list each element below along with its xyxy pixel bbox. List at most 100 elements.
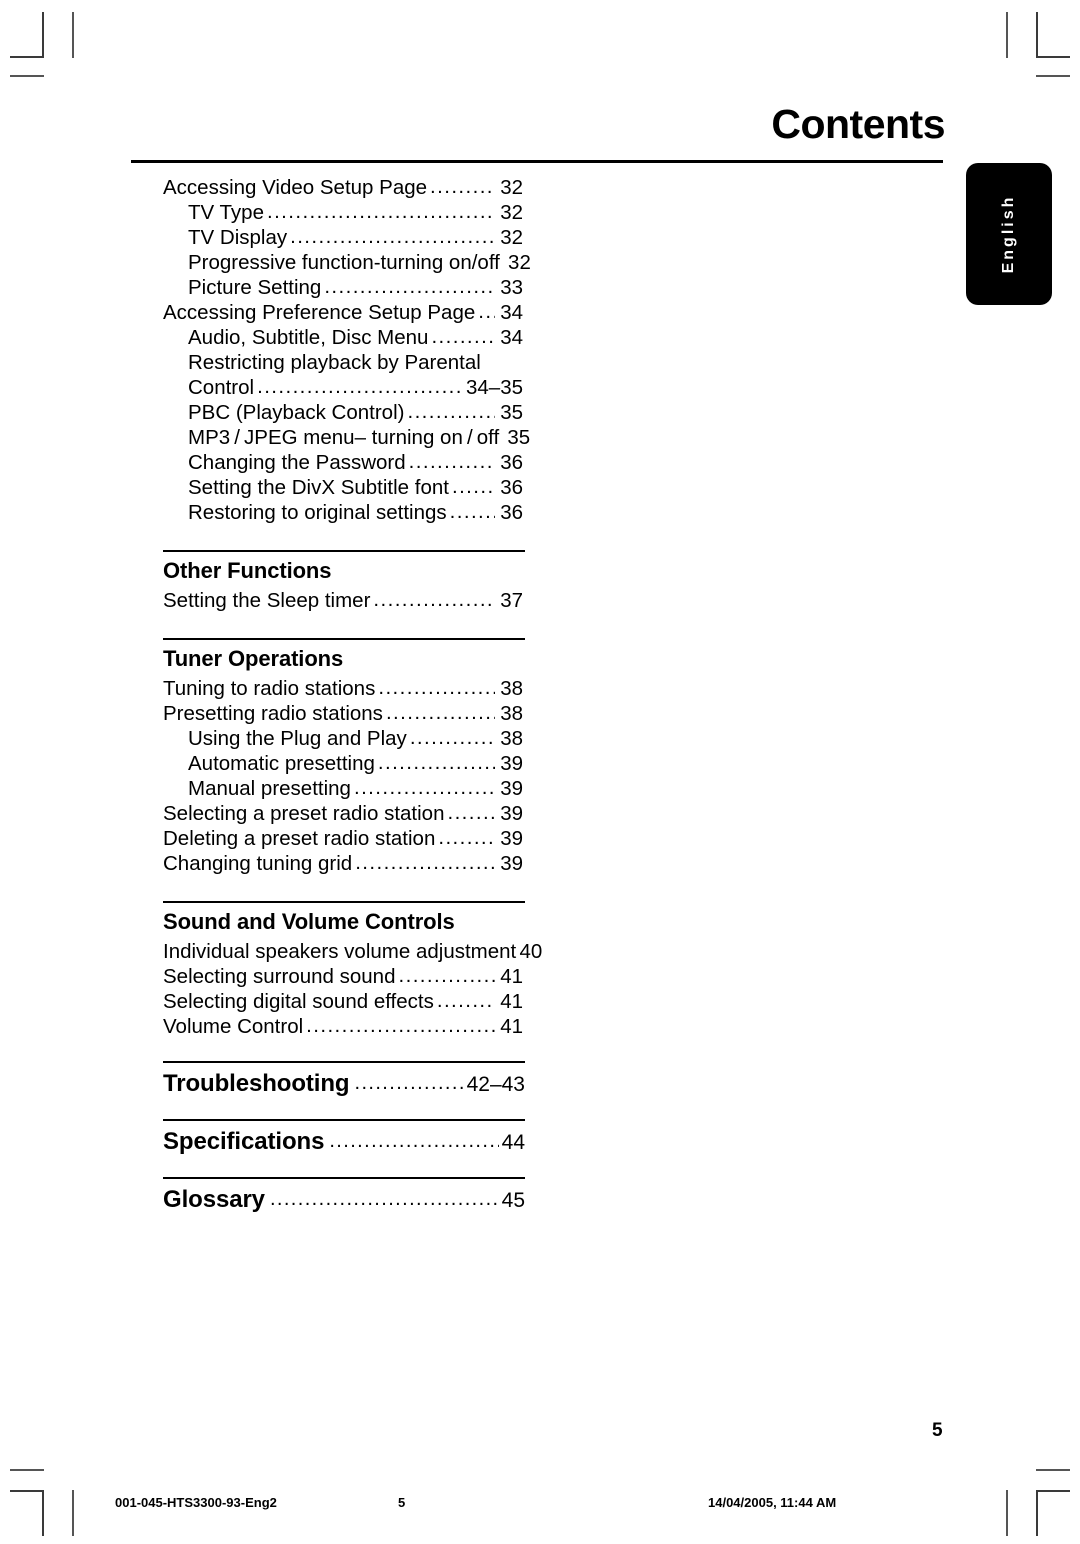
toc-leader-dots: ........................................… <box>290 225 495 248</box>
toc-entry[interactable]: Deleting a preset radio station ........… <box>163 826 523 851</box>
crop-mark-bottom-right-horizontal <box>1036 1490 1070 1492</box>
toc-entry[interactable]: Changing the Password ..................… <box>163 450 523 475</box>
toc-entry-page: 36 <box>500 476 523 499</box>
crop-mark-top-left-horizontal <box>10 56 44 58</box>
toc-entry[interactable]: Tuning to radio stations ...............… <box>163 676 523 701</box>
toc-leader-dots: ........................................… <box>385 701 495 724</box>
crop-mark-top-left-bleed <box>10 75 44 77</box>
section-divider <box>163 638 525 640</box>
section-title: Tuner Operations <box>163 646 344 671</box>
footer-timestamp: 14/04/2005, 11:44 AM <box>708 1495 837 1510</box>
toc-leader-dots: ........................................… <box>430 175 495 198</box>
toc-entry-label: Restoring to original settings <box>188 501 447 524</box>
toc-entry-page: 34 <box>500 301 523 324</box>
toc-entry-label: Selecting digital sound effects <box>163 990 434 1013</box>
toc-entry[interactable]: Using the Plug and Play ................… <box>163 726 523 751</box>
crop-mark-bottom-left-bleed <box>10 1469 44 1471</box>
toc-entry-page: 32 <box>500 176 523 199</box>
toc-entry-page: 38 <box>500 727 523 750</box>
toc-leader-dots: ........................................… <box>407 400 495 423</box>
toc-entry-page: 34 <box>500 326 523 349</box>
toc-section-other-functions: Other Functions Setting the Sleep timer … <box>163 550 525 613</box>
toc-leader-dots: ........................................… <box>324 275 495 298</box>
crop-mark-bottom-left-horizontal <box>10 1490 44 1492</box>
toc-entry-label: Accessing Video Setup Page <box>163 176 428 199</box>
section-title: Sound and Volume Controls <box>163 909 455 934</box>
toc-entry-page: 35 <box>507 426 531 449</box>
language-tab-english: English <box>966 163 1052 305</box>
toc-entry-page: 44 <box>501 1131 525 1154</box>
table-of-contents: Accessing Video Setup Page .............… <box>163 175 542 1218</box>
toc-section-specifications: Specifications .........................… <box>163 1119 525 1160</box>
header-divider <box>131 160 943 163</box>
toc-entry[interactable]: Accessing Video Setup Page .............… <box>163 175 523 200</box>
toc-entry[interactable]: Troubleshooting ........................… <box>163 1067 525 1102</box>
toc-entry-label: TV Display <box>188 226 288 249</box>
toc-entry-label: Selecting a preset radio station <box>163 802 445 825</box>
toc-entry[interactable]: Glossary ...............................… <box>163 1183 525 1218</box>
toc-leader-dots: ........................................… <box>408 450 495 473</box>
toc-entry[interactable]: Automatic presetting ...................… <box>163 751 523 776</box>
crop-mark-top-right-tick <box>1006 12 1008 58</box>
toc-section-troubleshooting: Troubleshooting ........................… <box>163 1061 525 1102</box>
toc-entry-label: Specifications <box>163 1128 325 1155</box>
crop-mark-top-left-vertical <box>42 12 44 58</box>
toc-entry-page: 41 <box>500 1015 523 1038</box>
toc-entry[interactable]: PBC (Playback Control) .................… <box>163 400 523 425</box>
toc-entry[interactable]: TV Type ................................… <box>163 200 523 225</box>
toc-leader-dots: ........................................… <box>436 989 495 1012</box>
toc-block-continued: Accessing Video Setup Page .............… <box>163 175 531 525</box>
toc-entry[interactable]: Audio, Subtitle, Disc Menu .............… <box>163 325 523 350</box>
toc-entry[interactable]: MP3 / JPEG menu– turning on / off ......… <box>163 425 530 450</box>
toc-entry-page: 45 <box>501 1189 525 1212</box>
toc-entry[interactable]: Setting the Sleep timer ................… <box>163 588 523 613</box>
toc-entry-wrapped-first-line[interactable]: Restricting playback by Parental <box>163 350 523 375</box>
toc-entry-label: Progressive function-turning on/off <box>188 251 500 274</box>
toc-entry[interactable]: Selecting a preset radio station .......… <box>163 801 523 826</box>
toc-entry-label: Selecting surround sound <box>163 965 396 988</box>
toc-entry[interactable]: Restoring to original settings .........… <box>163 500 523 525</box>
toc-entry-page: 39 <box>500 852 523 875</box>
section-title: Other Functions <box>163 558 332 583</box>
toc-entry[interactable]: Manual presetting ......................… <box>163 776 523 801</box>
language-tab-label: English <box>1000 194 1017 274</box>
toc-entry-label: Setting the Sleep timer <box>163 589 371 612</box>
toc-leader-dots: ........................................… <box>306 1014 495 1037</box>
toc-entry[interactable]: Changing tuning grid ...................… <box>163 851 523 876</box>
toc-entry-page: 41 <box>500 965 523 988</box>
toc-leader-dots: ........................................… <box>353 776 495 799</box>
toc-entry[interactable]: Progressive function-turning on/off ....… <box>163 250 531 275</box>
toc-entry-page: 32 <box>500 201 523 224</box>
toc-entry[interactable]: Individual speakers volume adjustment ..… <box>163 939 542 964</box>
toc-section-sound-and-volume-controls: Sound and Volume Controls Individual spe… <box>163 901 542 1039</box>
crop-mark-bottom-left-tick <box>72 1490 74 1536</box>
toc-entry-label: Picture Setting <box>188 276 322 299</box>
toc-entry[interactable]: Selecting surround sound ...............… <box>163 964 523 989</box>
crop-mark-top-right-bleed <box>1036 75 1070 77</box>
toc-entry[interactable]: Picture Setting ........................… <box>163 275 523 300</box>
toc-leader-dots: ........................................… <box>438 826 495 849</box>
toc-entry-label: Deleting a preset radio station <box>163 827 436 850</box>
toc-entry-label: Changing the Password <box>188 451 406 474</box>
crop-mark-top-left-tick <box>72 12 74 58</box>
section-divider <box>163 1119 525 1121</box>
toc-entry[interactable]: Specifications .........................… <box>163 1125 525 1160</box>
toc-entry[interactable]: Setting the DivX Subtitle font .........… <box>163 475 523 500</box>
toc-entry-page: 39 <box>500 777 523 800</box>
crop-mark-top-right-horizontal <box>1036 56 1070 58</box>
toc-entry[interactable]: Accessing Preference Setup Page ........… <box>163 300 523 325</box>
toc-entry-label: Troubleshooting <box>163 1070 350 1097</box>
toc-entry-label: Tuning to radio stations <box>163 677 376 700</box>
toc-entry[interactable]: Presetting radio stations ..............… <box>163 701 523 726</box>
section-divider <box>163 550 525 552</box>
toc-leader-dots: ........................................… <box>409 726 495 749</box>
toc-entry-page: 36 <box>500 501 523 524</box>
toc-entry[interactable]: Volume Control .........................… <box>163 1014 523 1039</box>
toc-entry[interactable]: TV Display .............................… <box>163 225 523 250</box>
toc-entry-page: 34–35 <box>465 376 523 399</box>
toc-entry-page: 33 <box>500 276 523 299</box>
toc-entry-wrapped-second-line[interactable]: Control ................................… <box>163 375 523 400</box>
toc-leader-dots: ........................................… <box>269 1188 499 1210</box>
toc-leader-dots: ........................................… <box>449 500 495 523</box>
toc-entry[interactable]: Selecting digital sound effects ........… <box>163 989 523 1014</box>
